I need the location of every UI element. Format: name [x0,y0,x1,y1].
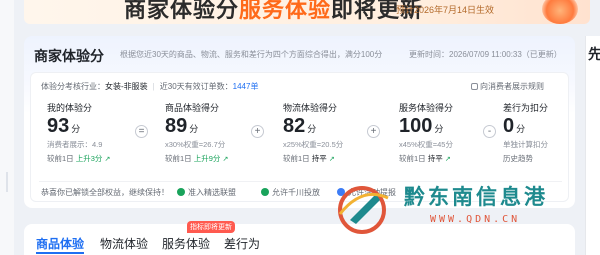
metric-penalty: 差行为扣分 0分 单独计算扣分 历史趋势 [503,101,548,164]
metric-label: 差行为扣分 [503,103,549,113]
metric-value: 89 分 [165,115,228,138]
trend-chart-icon[interactable]: ↗ [329,156,335,163]
consumer-display-rule-link[interactable]: 向消费者展示规则 [471,81,544,92]
compare-prefix: 较前1日 [283,154,310,163]
metric-sub: 单独计算扣分 [503,140,548,149]
metric-product: 商品体验得分 89 分 x30%权重=26.7分 较前1日 上升9分 ↗ [165,101,228,164]
metric-number: 0 [503,115,515,137]
site-watermark: 黔东南信息港 WWW.QDN.CN [332,176,600,255]
card-description: 根据您近30天的商品、物流、服务和差行为四个方面综合得出，满分100分 [120,50,383,59]
right-panel-label: 先 [588,46,600,62]
metric-number: 100 [399,115,433,137]
metric-unit: 分 [516,124,526,134]
trend-chart-icon[interactable]: ↗ [105,156,111,163]
compare-value: 持平 [311,154,327,163]
benefit-item[interactable]: 允许千川投放 [261,187,320,198]
active-tab-indicator [36,252,84,254]
history-trend-link[interactable]: 历史趋势 [503,153,548,164]
tab-product-experience[interactable]: 商品体验 [36,235,84,252]
metric-number: 82 [283,115,306,137]
compare-prefix: 历史趋势 [503,154,533,163]
trend-chart-icon[interactable]: ↗ [223,156,229,163]
metric-compare: 较前1日 上升9分 ↗ [165,153,228,164]
metric-value: 93 分 [47,115,110,138]
orders-label: 近30天有效订单数： [159,82,233,91]
compare-value: 上升3分 [75,154,103,163]
compare-prefix: 较前1日 [399,154,426,163]
update-time-value: 2026/07/09 11:00:33（已更新） [449,50,562,59]
compare-value: 持平 [427,154,443,163]
card-title: 商家体验分 [34,48,104,64]
metric-unit: 分 [189,124,199,134]
banner-title-part2: 服务体验 [239,0,332,22]
metric-number: 89 [165,115,188,137]
meta-divider: | [152,82,155,91]
metric-label: 物流体验得分 [283,103,338,113]
banner-title: 商家体验分服务体验即将更新 [124,0,423,24]
benefit-label: 允许千川投放 [272,188,320,197]
metric-logistics: 物流体验得分 82 分 x25%权重=20.5分 较前1日 持平 ↗ [283,101,343,164]
metric-compare: 较前1日 持平 ↗ [283,153,343,164]
metric-sub: x25%权重=20.5分 [283,140,344,149]
update-time-label: 更新时间： [409,50,449,59]
watermark-text: 黔东南信息港 [404,184,548,209]
tab-service-experience[interactable]: 服务体验 [162,235,210,252]
banner-decoration-icon [542,0,578,24]
check-circle-icon [177,188,185,196]
metric-compare: 较前1日 上升3分 ↗ [47,153,110,164]
left-scroll-strip [0,0,14,255]
metric-sub: x30%权重=26.7分 [165,140,226,149]
minus-operator: - [483,125,496,138]
metric-label: 我的体验分 [47,103,93,113]
metric-compare: 较前1日 持平 ↗ [399,153,453,164]
metric-label: 商品体验得分 [165,103,220,113]
update-time: 更新时间：2026/07/09 11:00:33（已更新） [409,49,562,60]
compare-prefix: 较前1日 [47,154,74,163]
metric-service: 服务体验得分 100 分 x45%权重=45分 较前1日 持平 ↗ [399,101,453,164]
compare-value: 上升9分 [193,154,221,163]
assessment-meta: 体验分考核行业：女装-非服装 | 近30天有效订单数：1447单 [41,81,258,92]
benefit-label: 准入精选联盟 [188,188,236,197]
metric-value: 82 分 [283,115,343,138]
metric-number: 93 [47,115,70,137]
trend-chart-icon[interactable]: ↗ [445,156,451,163]
scroll-tick [6,172,8,192]
metric-unit: 分 [71,124,81,134]
metric-unit: 分 [307,124,317,134]
metric-unit: 分 [434,124,444,134]
industry-value: 女装-非服装 [105,82,148,91]
tab-bad-behavior[interactable]: 差行为 [224,235,260,252]
rule-icon [471,83,478,90]
banner-effective-date: 预计2026年7月14日生效 [396,5,495,15]
banner-title-part1: 商家体验分 [124,0,240,22]
metric-overall: 我的体验分 93 分 消费者展示：4.9 较前1日 上升3分 ↗ [47,101,110,164]
metric-value: 0分 [503,115,548,138]
benefits-message: 恭喜你已解锁全部权益，继续保持！ [41,188,169,197]
plus-operator: + [367,125,380,138]
check-circle-icon [261,188,269,196]
equals-operator: = [135,125,148,138]
tab-logistics-experience[interactable]: 物流体验 [100,235,148,252]
benefit-item[interactable]: 准入精选联盟 [177,187,236,198]
metric-sub: 消费者展示：4.9 [47,140,103,149]
orders-value[interactable]: 1447单 [233,82,259,91]
watermark-logo-icon [338,186,389,234]
metric-value: 100 分 [399,115,453,138]
rule-link-label: 向消费者展示规则 [480,82,544,91]
metric-sub: x45%权重=45分 [399,140,453,149]
industry-label: 体验分考核行业： [41,82,105,91]
update-soon-badge: 指标即将更新 [187,221,235,233]
announcement-banner[interactable]: 商家体验分服务体验即将更新 预计2026年7月14日生效 [24,0,590,24]
plus-operator: + [251,125,264,138]
compare-prefix: 较前1日 [165,154,192,163]
watermark-url: WWW.QDN.CN [430,214,521,225]
metric-label: 服务体验得分 [399,103,454,113]
